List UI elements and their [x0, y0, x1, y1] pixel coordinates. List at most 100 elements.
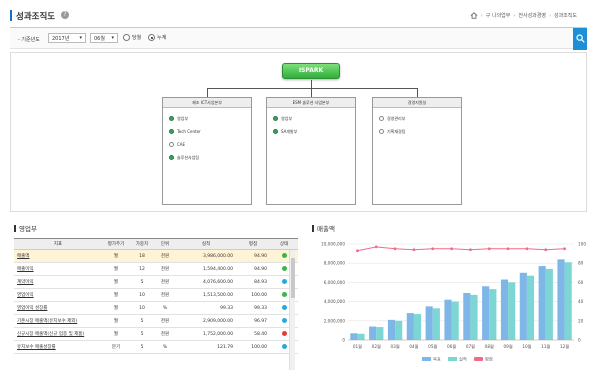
- org-unit[interactable]: 영업부: [169, 112, 245, 125]
- x-tick-label: 09월: [503, 343, 512, 350]
- score-point: [469, 248, 472, 252]
- kpi-name-link[interactable]: 영업이익 성장률: [14, 301, 102, 315]
- org-unit[interactable]: SA개발부: [273, 125, 349, 138]
- kpi-name-link[interactable]: 기존시장 매출액(유지보수 제외): [14, 314, 102, 328]
- status-dot-icon: [281, 291, 287, 297]
- division-title[interactable]: 제조 ICT사업본부: [163, 98, 251, 108]
- org-unit[interactable]: 솔루션사업팀: [169, 151, 245, 164]
- breadcrumb-item[interactable]: 전사성과경영: [518, 12, 546, 19]
- breadcrumb-item[interactable]: 구 나의업무: [486, 12, 511, 19]
- table-scrollbar[interactable]: [289, 250, 295, 370]
- division-title[interactable]: 경영지원실: [373, 98, 461, 108]
- legend-label: 평점: [485, 356, 493, 362]
- y-left-tick-label: 0: [342, 338, 345, 343]
- table-cell: 121.79: [176, 340, 236, 354]
- radio-circle-icon[interactable]: [148, 34, 155, 41]
- status-dot-icon: [281, 343, 287, 349]
- org-root-node[interactable]: ISPARK: [282, 63, 340, 79]
- y-right-tick-label: 80: [578, 261, 584, 266]
- page-header: 성과조직도 ? › 구 나의업무 › 전사성과경영 › 성과조직도: [10, 10, 597, 24]
- bar-target: [500, 279, 509, 340]
- score-point: [431, 247, 435, 251]
- table-cell: 100.00: [236, 340, 270, 354]
- search-button[interactable]: [573, 28, 587, 50]
- bar-target: [482, 286, 490, 340]
- table-cell: 2,909,000.00: [176, 314, 236, 328]
- page-title: 성과조직도: [16, 12, 56, 22]
- table-cell: 84.93: [236, 275, 270, 289]
- radio-circle-icon[interactable]: [123, 34, 130, 41]
- org-unit[interactable]: 기획재경팀: [379, 125, 455, 138]
- scrollbar-thumb[interactable]: [291, 258, 295, 298]
- score-point: [450, 247, 453, 251]
- kpi-name-link[interactable]: 매출액: [14, 249, 102, 263]
- score-point: [356, 249, 359, 253]
- table-cell: 천원: [154, 288, 176, 302]
- division-title[interactable]: ESM 솔루션 사업본부: [267, 98, 355, 108]
- org-unit[interactable]: 영업부: [273, 112, 349, 125]
- help-icon[interactable]: ?: [61, 11, 69, 19]
- score-point: [412, 248, 416, 252]
- chart-svg: 10,000,000 100 8,000,000 80 6,000,000 60 4,000…: [321, 242, 586, 363]
- kpi-name-link[interactable]: 계약이익: [14, 275, 102, 289]
- table-row[interactable]: 계약이익 월 5 천원 4,076,600.00 84.93: [14, 275, 298, 289]
- table-row[interactable]: 매출액 월 18 천원 3,986,000.00 94.90: [14, 249, 298, 263]
- status-dot-icon: [379, 129, 384, 134]
- month-select[interactable]: 06월 ▾: [90, 33, 118, 43]
- kpi-name-link[interactable]: 신규시장 매출액(신규 업종 및 제품): [14, 327, 102, 341]
- table-cell: 1,752,000.00: [176, 327, 236, 341]
- bar-actual: [432, 308, 440, 340]
- status-dot-icon: [281, 330, 287, 336]
- status-dot-icon: [281, 278, 287, 284]
- org-unit-label: 영업부: [281, 115, 293, 121]
- home-icon[interactable]: [470, 12, 478, 19]
- bar-target: [369, 326, 377, 340]
- table-cell: 월: [102, 275, 130, 289]
- table-row[interactable]: 영업이익 성장률 월 10% 99.33 99.33: [14, 301, 298, 315]
- column-header: 지표: [14, 238, 102, 250]
- org-unit-label: 솔루션사업팀: [177, 154, 200, 160]
- bar-actual: [526, 275, 535, 340]
- x-tick-label: 03월: [390, 343, 399, 350]
- x-tick-label: 05월: [428, 343, 437, 350]
- org-unit[interactable]: 경영관리부: [379, 112, 455, 125]
- score-point: [525, 247, 529, 251]
- org-unit[interactable]: CAE: [169, 138, 245, 151]
- kpi-name-link[interactable]: 유지보수 매출성장률: [14, 340, 102, 354]
- table-cell: 96.97: [236, 314, 270, 328]
- column-header: 가중치: [130, 238, 154, 250]
- status-dot-icon: [169, 142, 174, 147]
- year-select[interactable]: 2017년 ▾: [48, 33, 86, 43]
- table-row[interactable]: 매출이익 월 12 천원 1,594,400.00 94.90: [14, 262, 298, 276]
- table-row[interactable]: 기존시장 매출액(유지보수 제외) 월 5 천원 2,909,000.00 96.97: [14, 314, 298, 328]
- breadcrumb-item[interactable]: 성과조직도: [554, 12, 577, 19]
- score-point: [393, 247, 397, 251]
- score-line: [357, 246, 565, 252]
- bar-actual: [413, 314, 422, 340]
- kpi-name-link[interactable]: 영업이익: [14, 288, 102, 302]
- y-left-tick-label: 10,000,000: [321, 242, 345, 247]
- org-unit-label: 기획재경팀: [387, 128, 406, 134]
- score-point: [374, 245, 378, 249]
- kpi-name-link[interactable]: 매출이익: [14, 262, 102, 276]
- score-point: [544, 248, 548, 252]
- score-point: [563, 247, 566, 251]
- breadcrumb-separator: ›: [548, 12, 551, 19]
- table-row[interactable]: 영업이익 월 10 천원 1,513,500.00 100.00: [14, 288, 298, 302]
- radio-cumulative[interactable]: 누계: [148, 34, 166, 41]
- table-row[interactable]: 신규시장 매출액(신규 업종 및 제품) 월 5 천원 1,752,000.00 58.4…: [14, 327, 298, 341]
- table-cell: 100.00: [236, 288, 270, 302]
- org-unit[interactable]: Tech Center: [169, 125, 245, 138]
- table-cell: %: [154, 340, 176, 354]
- radio-current-month[interactable]: 당월: [123, 34, 141, 41]
- status-dot-icon: [169, 155, 174, 160]
- x-tick-label: 10월: [522, 343, 531, 350]
- status-dot-icon: [273, 116, 278, 121]
- table-cell: 5: [130, 327, 154, 341]
- bar-target: [444, 299, 452, 340]
- table-cell: 10: [130, 301, 154, 315]
- bar-target: [406, 313, 414, 340]
- table-row[interactable]: 유지보수 매출성장률 분기 5% 121.79 100.00: [14, 340, 298, 354]
- org-chart: ISPARK 제조 ICT사업본부 영업부 Tech Center CAE 솔루…: [10, 52, 587, 212]
- table-cell: 천원: [154, 275, 176, 289]
